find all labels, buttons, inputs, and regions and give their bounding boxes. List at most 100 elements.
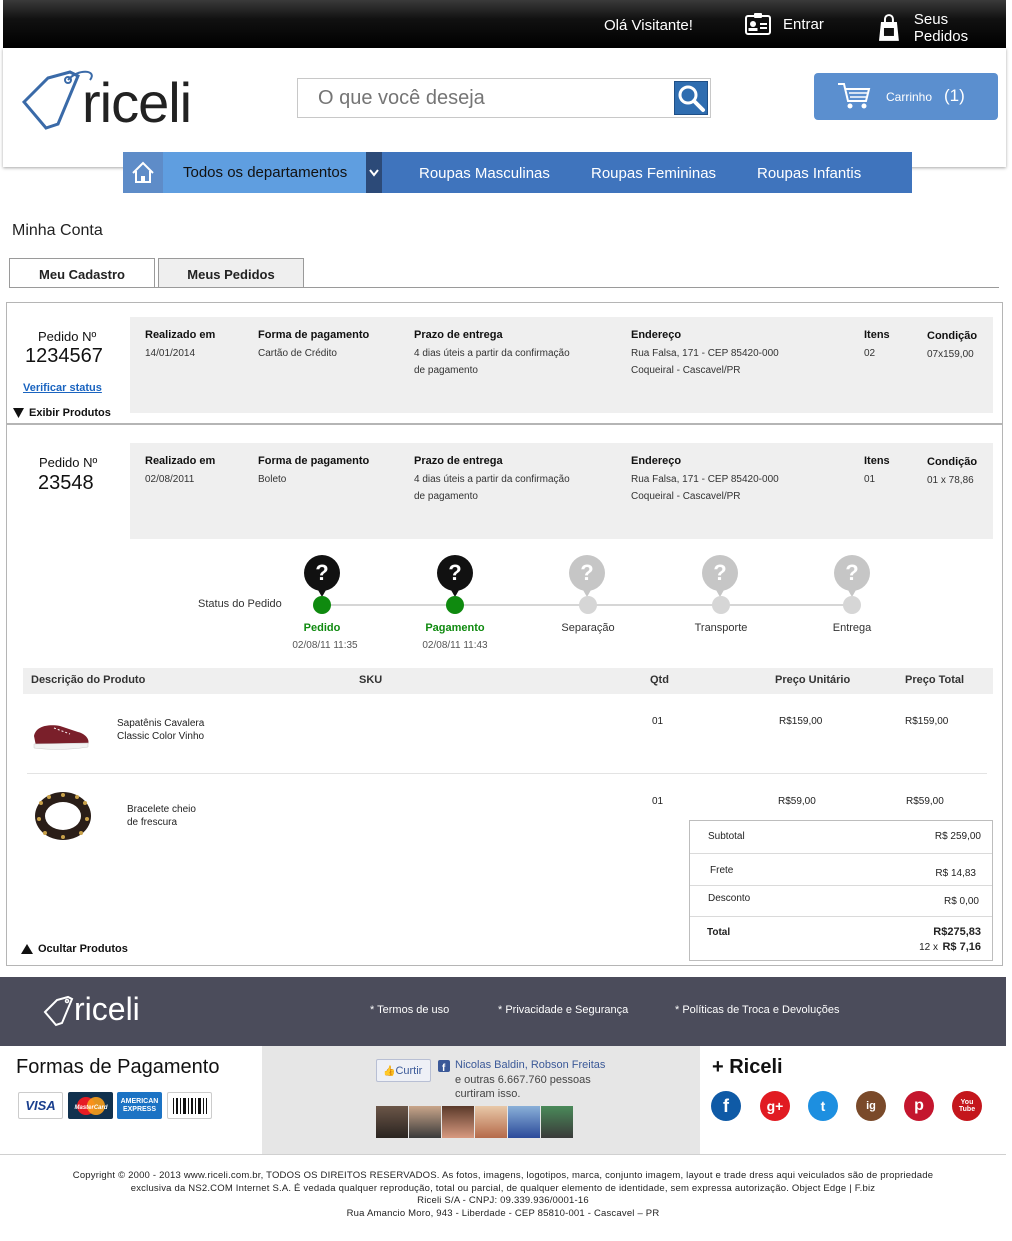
col-items-header: Itens — [864, 455, 890, 467]
product-unit-price: R$59,00 — [778, 796, 816, 807]
riceli-logo[interactable]: riceli — [18, 66, 238, 134]
order-address-line2: Coqueiral - Cascavel/PR — [631, 365, 741, 376]
show-products-toggle[interactable]: Exibir Produtos — [13, 407, 111, 419]
id-card-icon — [745, 13, 771, 35]
nav-item-masculinas[interactable]: Roupas Masculinas — [419, 165, 550, 182]
social-title: + Riceli — [712, 1056, 783, 1078]
col-date-header: Realizado em — [145, 329, 216, 341]
products-table-header: Descrição do Produto SKU Qtd Preço Unitá… — [23, 668, 993, 694]
avatar[interactable] — [409, 1106, 441, 1138]
nav-item-infantis[interactable]: Roupas Infantis — [757, 165, 861, 182]
shopping-bag-icon — [878, 14, 899, 41]
col-condition-header: Condição — [927, 456, 978, 468]
row-divider — [27, 773, 987, 774]
nav-item-femininas[interactable]: Roupas Femininas — [591, 165, 716, 182]
all-departments-menu[interactable]: Todos os departamentos — [163, 152, 366, 193]
order-payment: Boleto — [258, 474, 287, 485]
product-qty: 01 — [652, 796, 664, 807]
tab-meu-cadastro[interactable]: Meu Cadastro — [9, 258, 155, 288]
col-unit-price-header: Preço Unitário — [775, 674, 851, 686]
copyright-line: Copyright © 2000 - 2013 www.riceli.com.b… — [72, 1170, 934, 1181]
search-button[interactable] — [674, 81, 708, 115]
col-date-header: Realizado em — [145, 455, 216, 467]
order-number-label: Pedido Nº — [39, 455, 98, 470]
status-dot-done — [446, 596, 464, 614]
subtotal-value: R$ 259,00 — [934, 831, 981, 842]
product-unit-price: R$159,00 — [779, 716, 823, 727]
social-links: + Riceli f g+ t ig p You Tube — [700, 1046, 1006, 1154]
chevron-down-icon — [369, 169, 379, 177]
twitter-icon[interactable]: t — [808, 1091, 838, 1121]
product-name-line2: de frescura — [127, 817, 178, 828]
instagram-icon[interactable]: ig — [856, 1091, 886, 1121]
footer-link-terms[interactable]: * Termos de uso — [370, 1004, 449, 1016]
status-help-bubble[interactable]: ? — [437, 555, 473, 597]
order-number-label: Pedido Nº — [38, 329, 97, 344]
greeting-text: Olá Visitante! — [604, 17, 693, 34]
order-deadline-line1: 4 dias úteis a partir da confirmação — [414, 348, 570, 359]
col-condition-header: Condição — [927, 330, 978, 342]
product-image[interactable] — [30, 712, 92, 754]
site-header: riceli Carrinho (1) — [3, 48, 1006, 167]
home-icon — [132, 161, 154, 183]
col-total-price-header: Preço Total — [905, 674, 965, 686]
footer-link-privacy[interactable]: * Privacidade e Segurança — [498, 1004, 628, 1016]
facebook-like-button[interactable]: 👍Curtir — [376, 1059, 431, 1082]
cart-button[interactable]: Carrinho (1) — [814, 73, 998, 120]
copyright-line: Riceli S/A - CNPJ: 09.339.936/0001-16 — [417, 1195, 589, 1206]
avatar[interactable] — [541, 1106, 573, 1138]
thumbs-up-icon: 👍 — [383, 1066, 396, 1077]
status-dot-pending — [712, 596, 730, 614]
col-address-header: Endereço — [631, 455, 682, 467]
youtube-icon[interactable]: You Tube — [952, 1091, 982, 1121]
cart-icon — [838, 83, 871, 109]
facebook-icon[interactable]: f — [711, 1091, 741, 1121]
check-status-link[interactable]: Verificar status — [23, 382, 102, 394]
order-condition: 01 x 78,86 — [927, 475, 974, 486]
copyright-line: exclusiva da NS2.COM Internet S.A. É ved… — [130, 1182, 876, 1194]
order-deadline-line2: de pagamento — [414, 365, 478, 376]
avatar[interactable] — [376, 1106, 408, 1138]
status-step-name: Separação — [561, 622, 615, 634]
order-date: 14/01/2014 — [145, 348, 196, 359]
my-orders-link[interactable]: Seus Pedidos — [878, 11, 1006, 45]
footer-link-returns[interactable]: * Políticas de Troca e Devoluções — [675, 1004, 839, 1016]
cart-count: (1) — [944, 86, 965, 105]
google-plus-icon[interactable]: g+ — [760, 1091, 790, 1121]
mastercard-circles: MasterCard — [74, 1096, 107, 1115]
facebook-like-count-line1: e outras 6.667.760 pessoas — [455, 1074, 591, 1086]
col-qty-header: Qtd — [650, 674, 669, 686]
product-total-price: R$59,00 — [906, 796, 944, 807]
col-sku-header: SKU — [359, 674, 383, 686]
pinterest-icon[interactable]: p — [904, 1091, 934, 1121]
status-help-bubble[interactable]: ? — [702, 555, 738, 597]
status-dot-pending — [579, 596, 597, 614]
status-help-bubble[interactable]: ? — [569, 555, 605, 597]
status-help-bubble[interactable]: ? — [834, 555, 870, 597]
status-dot-pending — [843, 596, 861, 614]
product-image[interactable] — [33, 789, 93, 843]
departments-dropdown[interactable] — [366, 152, 382, 193]
login-link[interactable]: Entrar — [745, 13, 824, 35]
order-condition: 07x159,00 — [927, 349, 974, 360]
facebook-icon: f — [438, 1060, 450, 1072]
hide-products-toggle[interactable]: Ocultar Produtos — [21, 943, 128, 955]
search-input[interactable] — [298, 79, 670, 117]
tab-meus-pedidos[interactable]: Meus Pedidos — [158, 258, 304, 288]
subtotal-row: Subtotal R$ 259,00 — [690, 821, 992, 854]
order-items: 01 — [864, 474, 876, 485]
show-products-label: Exibir Produtos — [29, 407, 111, 419]
col-deadline-header: Prazo de entrega — [414, 329, 503, 341]
facebook-friend-names[interactable]: Nicolas Baldin, Robson Freitas — [455, 1059, 605, 1071]
frete-label: Frete — [710, 865, 734, 876]
status-dot-done — [313, 596, 331, 614]
status-help-bubble[interactable]: ? — [304, 555, 340, 597]
payment-methods: Formas de Pagamento VISA MasterCard AMER… — [0, 1046, 262, 1154]
home-button[interactable] — [123, 152, 163, 193]
avatar[interactable] — [508, 1106, 540, 1138]
tab-divider — [9, 287, 999, 288]
avatar[interactable] — [475, 1106, 507, 1138]
avatar[interactable] — [442, 1106, 474, 1138]
product-name-line1: Bracelete cheio — [127, 804, 196, 815]
footer-logo[interactable]: riceli — [74, 991, 140, 1028]
